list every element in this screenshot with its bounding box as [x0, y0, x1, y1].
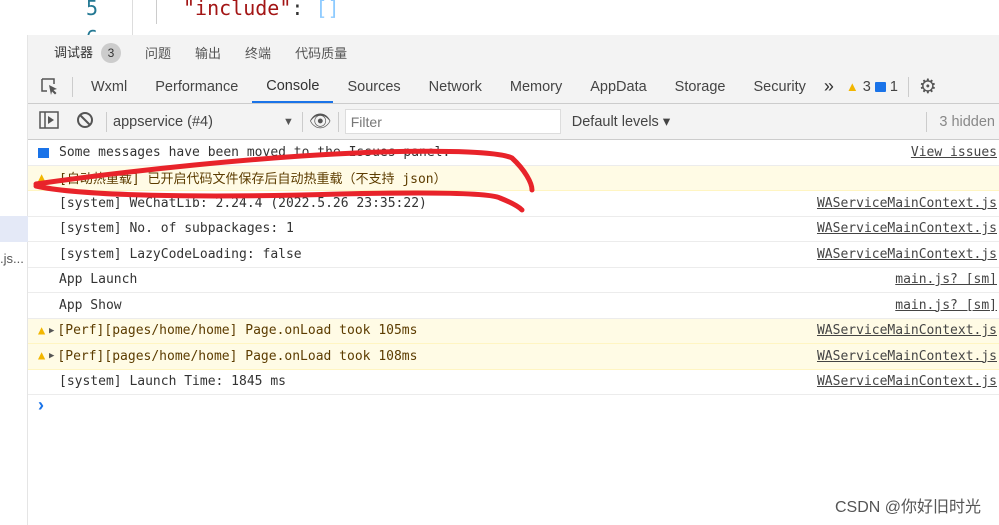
console-row: [system] Launch Time: 1845 ms WAServiceMa…	[28, 370, 999, 395]
sidebar-toggle-icon[interactable]	[39, 110, 59, 133]
tab-wxml[interactable]: Wxml	[77, 70, 141, 103]
console-row: [system] LazyCodeLoading: false WAService…	[28, 242, 999, 268]
tab-performance[interactable]: Performance	[141, 70, 252, 103]
tab-security[interactable]: Security	[739, 70, 819, 103]
console-row: ▲ ▶ [Perf][pages/home/home] Page.onLoad to…	[28, 318, 999, 344]
console-message: Some messages have been moved to the Iss…	[59, 144, 451, 160]
tab-console[interactable]: Console	[252, 70, 334, 103]
source-link[interactable]: WAServiceMainContext.js	[817, 196, 997, 211]
code-editor[interactable]: 5 6 "include": []	[28, 0, 999, 35]
tab-terminal[interactable]: 终端	[245, 43, 271, 62]
hidden-count: 3 hidden	[939, 113, 995, 130]
chevron-down-icon[interactable]: ▼	[283, 116, 294, 128]
console-row: App Show main.js? [sm]	[28, 293, 999, 319]
watermark: CSDN @你好旧时光	[834, 499, 981, 516]
tab-storage[interactable]: Storage	[661, 70, 740, 103]
console-message: App Launch	[59, 272, 138, 288]
console-message: [system] No. of subpackages: 1	[59, 221, 294, 237]
message-icon	[874, 81, 886, 92]
console-row: ▲ [自动热重载] 已开启代码文件保存后自动热重载（不支持 json）	[28, 165, 999, 191]
console-prompt[interactable]: ›	[28, 395, 999, 416]
json-key: "include"	[183, 0, 292, 20]
console-message: App Show	[59, 297, 122, 313]
console-row: [system] No. of subpackages: 1 WAServiceM…	[28, 217, 999, 242]
source-link[interactable]: main.js? [sm]	[895, 298, 997, 313]
tab-code-quality[interactable]: 代码质量	[295, 43, 347, 62]
source-link[interactable]: main.js? [sm]	[895, 272, 997, 287]
source-link[interactable]: WAServiceMainContext.js	[817, 323, 997, 338]
context-select[interactable]: appservice (#4)	[113, 114, 283, 130]
message-icon	[38, 148, 49, 158]
warning-icon: ▲	[38, 322, 46, 337]
tab-debugger[interactable]: 调试器	[54, 34, 94, 71]
source-link[interactable]: WAServiceMainContext.js	[817, 221, 997, 236]
expand-triangle-icon[interactable]: ▶	[49, 326, 54, 336]
source-link[interactable]: WAServiceMainContext.js	[817, 374, 997, 389]
warning-icon: ▲	[38, 169, 46, 184]
gear-icon[interactable]: ⚙	[919, 74, 937, 99]
console-message: [system] Launch Time: 1845 ms	[59, 374, 286, 390]
console-message: [system] WeChatLib: 2.24.4 (2022.5.26 23…	[59, 195, 427, 211]
gutter-divider	[132, 0, 133, 35]
file-item[interactable]: .js...	[0, 251, 28, 266]
tab-network[interactable]: Network	[415, 70, 496, 103]
panel-tabs: Wxml Performance Console Sources Network…	[28, 70, 999, 104]
json-value: []	[315, 0, 340, 20]
tab-label: 调试器	[54, 45, 94, 60]
clear-console-icon[interactable]	[76, 111, 94, 133]
tab-sources[interactable]: Sources	[333, 70, 414, 103]
debugger-badge: 3	[101, 42, 122, 63]
eye-icon[interactable]: 👁	[309, 111, 332, 132]
warning-icon: ▲	[38, 348, 46, 362]
line-number: 5	[86, 0, 99, 20]
top-tabs: 调试器 3 问题 输出 终端 代码质量	[28, 34, 999, 71]
filter-input[interactable]	[344, 109, 561, 134]
code-line: "include": []	[183, 0, 340, 20]
message-count[interactable]: 1	[890, 79, 898, 95]
console-toolbar: appservice (#4) ▼ 👁 Default levels ▾ 3 h…	[28, 104, 999, 140]
console-row: App Launch main.js? [sm]	[28, 268, 999, 293]
console-message: [system] LazyCodeLoading: false	[59, 246, 302, 262]
console-row: Some messages have been moved to the Iss…	[28, 140, 999, 166]
source-link[interactable]: WAServiceMainContext.js	[817, 247, 997, 262]
inspect-element-icon[interactable]	[28, 70, 72, 103]
console-row: ▲ ▶ [Perf][pages/home/home] Page.onLoad to…	[28, 344, 999, 370]
devtools-panel: 调试器 3 问题 输出 终端 代码质量 Wxml Performance Con…	[28, 35, 999, 525]
expand-triangle-icon[interactable]: ▶	[49, 351, 54, 361]
context-label: appservice (#4)	[113, 113, 213, 130]
warning-icon: ▲	[845, 79, 859, 94]
console-message: [Perf][pages/home/home] Page.onLoad took…	[57, 323, 418, 339]
tab-memory[interactable]: Memory	[496, 70, 576, 103]
source-link[interactable]: WAServiceMainContext.js	[817, 349, 997, 364]
console-message: [Perf][pages/home/home] Page.onLoad took…	[57, 348, 418, 364]
tab-output[interactable]: 输出	[195, 43, 221, 62]
console-row: [system] WeChatLib: 2.24.4 (2022.5.26 23…	[28, 191, 999, 217]
indent-guide	[156, 0, 157, 24]
more-tabs-button[interactable]: »	[824, 76, 834, 97]
selected-file[interactable]	[0, 216, 28, 242]
file-explorer: .js...	[0, 35, 28, 525]
tab-appdata[interactable]: AppData	[576, 70, 660, 103]
colon: :	[291, 0, 316, 20]
console-output: Some messages have been moved to the Iss…	[28, 140, 999, 395]
source-link[interactable]: View issues	[911, 145, 997, 160]
log-levels-dropdown[interactable]: Default levels ▾	[572, 114, 670, 130]
console-message: [自动热重载] 已开启代码文件保存后自动热重载（不支持 json）	[59, 172, 447, 188]
tab-issues[interactable]: 问题	[145, 43, 171, 62]
warning-count[interactable]: 3	[863, 79, 871, 95]
